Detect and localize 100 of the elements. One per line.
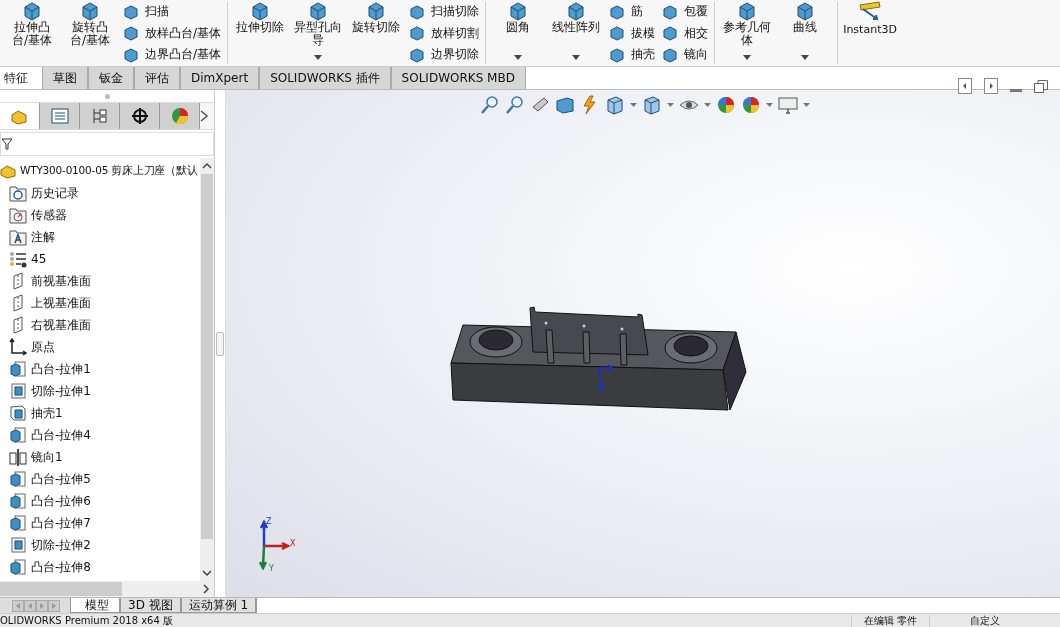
scroll-right-icon[interactable] (202, 584, 210, 594)
scroll-down-icon[interactable] (202, 569, 212, 577)
material-icon (9, 250, 27, 268)
toolbar-button[interactable]: 镜向 (661, 44, 709, 65)
ribbon-tab[interactable]: DimXpert (180, 67, 260, 89)
caret-icon[interactable] (801, 55, 810, 60)
tree-item[interactable]: 右视基准面 (31, 316, 91, 334)
toolbar-button[interactable]: 拉伸凸台/基体 (6, 1, 58, 47)
toolbar-button[interactable]: 包覆 (661, 1, 709, 22)
caret-icon[interactable] (803, 103, 810, 107)
sensor-folder-icon (9, 206, 27, 224)
toolbar-button[interactable]: 边界切除 (408, 44, 480, 65)
ribbon-tab[interactable]: 钣金 (88, 67, 134, 89)
axis-label: Z (266, 518, 272, 526)
sphere-icon[interactable] (741, 95, 761, 115)
cube-icon[interactable] (605, 95, 625, 115)
toolbar-button[interactable]: 异型孔向导 (292, 1, 345, 47)
toolbar-button[interactable]: 参考几何体 (721, 1, 774, 47)
ribbon-tab[interactable]: SOLIDWORKS MBD (390, 67, 526, 89)
cube-icon (608, 25, 627, 41)
tree-item[interactable]: 凸台-拉伸5 (31, 470, 91, 488)
cube-icon (79, 1, 101, 21)
view-tab[interactable]: 运动算例 1 (180, 598, 257, 613)
vertical-scrollbar[interactable] (200, 158, 214, 581)
caret-icon[interactable] (766, 103, 773, 107)
toolbar-button[interactable]: Instant3D (843, 1, 897, 36)
mirror-icon (9, 448, 27, 466)
toolbar-button[interactable]: 放样凸台/基体 (122, 22, 222, 44)
toolbar-button[interactable]: 扫描切除 (408, 1, 480, 22)
splitter-handle[interactable] (216, 331, 224, 356)
axis-label: X (290, 540, 296, 548)
tree-item[interactable]: 前视基准面 (31, 272, 91, 290)
tree-item[interactable]: 切除-拉伸2 (31, 536, 91, 554)
ribbon-tab[interactable]: 草图 (42, 67, 88, 89)
tree-item[interactable]: 凸台-拉伸4 (31, 426, 91, 444)
toolbar-button[interactable]: 边界凸台/基体 (122, 44, 222, 65)
toolbar-button[interactable]: 圆角 (492, 1, 545, 34)
tree-item[interactable]: 上视基准面 (31, 294, 91, 312)
cut-icon (9, 382, 27, 400)
chevron-right-icon[interactable] (200, 110, 208, 122)
panel-right-icon[interactable] (984, 78, 998, 94)
tree-item[interactable]: 凸台-拉伸8 (31, 558, 91, 576)
tree-item[interactable]: 注解 (31, 228, 55, 246)
grip-handle[interactable] (104, 93, 110, 99)
tree-item[interactable]: 传感器 (31, 206, 67, 224)
magnifier-icon[interactable] (480, 95, 500, 115)
monitor-icon[interactable] (778, 95, 798, 115)
tree-item[interactable]: 切除-拉伸1 (31, 382, 91, 400)
panel-tab[interactable] (120, 103, 160, 129)
toolbar-button[interactable]: 筋 (608, 1, 656, 22)
panel-left-icon[interactable] (958, 78, 972, 94)
tree-item[interactable]: 历史记录 (31, 184, 79, 202)
scroll-up-icon[interactable] (202, 162, 212, 170)
filter-icon[interactable] (2, 138, 12, 150)
restore-icon[interactable] (1034, 79, 1048, 93)
ribbon-tab[interactable]: 评估 (134, 67, 180, 89)
toolbar-button[interactable]: 旋转凸台/基体 (64, 1, 116, 47)
caret-icon[interactable] (743, 55, 752, 60)
minimize-icon[interactable] (1010, 88, 1022, 92)
toolbar-button[interactable]: 抽壳 (608, 44, 656, 65)
crosshair-icon (129, 107, 150, 125)
tree-item[interactable]: 镜向1 (31, 448, 63, 466)
view-tab[interactable]: 3D 视图 (120, 598, 181, 613)
caret-icon[interactable] (704, 103, 711, 107)
tree-item[interactable]: 抽壳1 (31, 404, 63, 422)
magnifier-icon[interactable] (505, 95, 525, 115)
cube-icon (408, 25, 427, 41)
tree-item[interactable]: WTY300-0100-05 剪床上刀座（默认 (20, 164, 198, 178)
tree-item[interactable]: 凸台-拉伸6 (31, 492, 91, 510)
cube-icon (122, 3, 140, 20)
caret-icon[interactable] (572, 55, 581, 60)
cube-icon (408, 3, 427, 20)
view-tab[interactable]: 模型 (70, 598, 120, 613)
tree-item[interactable]: 凸台-拉伸1 (31, 360, 91, 378)
toolbar-button[interactable]: 相交 (661, 22, 709, 44)
toolbar-button[interactable]: 扫描 (122, 1, 222, 22)
tree-item[interactable]: 原点 (31, 338, 55, 356)
sphere-icon[interactable] (716, 95, 736, 115)
cube-icon (661, 46, 680, 63)
boss-icon (9, 514, 27, 532)
tree-item[interactable]: 45 (31, 252, 47, 266)
toolbar-button[interactable]: 线性阵列 (550, 1, 603, 34)
boss-icon (9, 470, 27, 488)
toolbar-button[interactable]: 拔模 (608, 22, 656, 44)
toolbar-button[interactable]: 拉伸切除 (234, 1, 287, 34)
caret-icon[interactable] (630, 103, 637, 107)
caret-icon[interactable] (514, 55, 523, 60)
origin-icon (9, 338, 27, 356)
list-icon (49, 107, 70, 125)
units-dropdown[interactable]: 自定义 (929, 614, 1060, 627)
caret-icon[interactable] (314, 55, 323, 60)
toolbar-button[interactable]: 曲线 (779, 1, 832, 34)
toolbar-button[interactable]: 放样切割 (408, 22, 480, 44)
horizontal-scrollbar[interactable] (0, 581, 214, 597)
tree-item[interactable]: 凸台-拉伸7 (31, 514, 91, 532)
toolbar-button[interactable]: 旋转切除 (350, 1, 403, 34)
cube-icon[interactable] (642, 95, 662, 115)
boss-icon (9, 426, 27, 444)
ribbon-tab[interactable]: SOLIDWORKS 插件 (259, 67, 391, 89)
caret-icon[interactable] (667, 103, 674, 107)
